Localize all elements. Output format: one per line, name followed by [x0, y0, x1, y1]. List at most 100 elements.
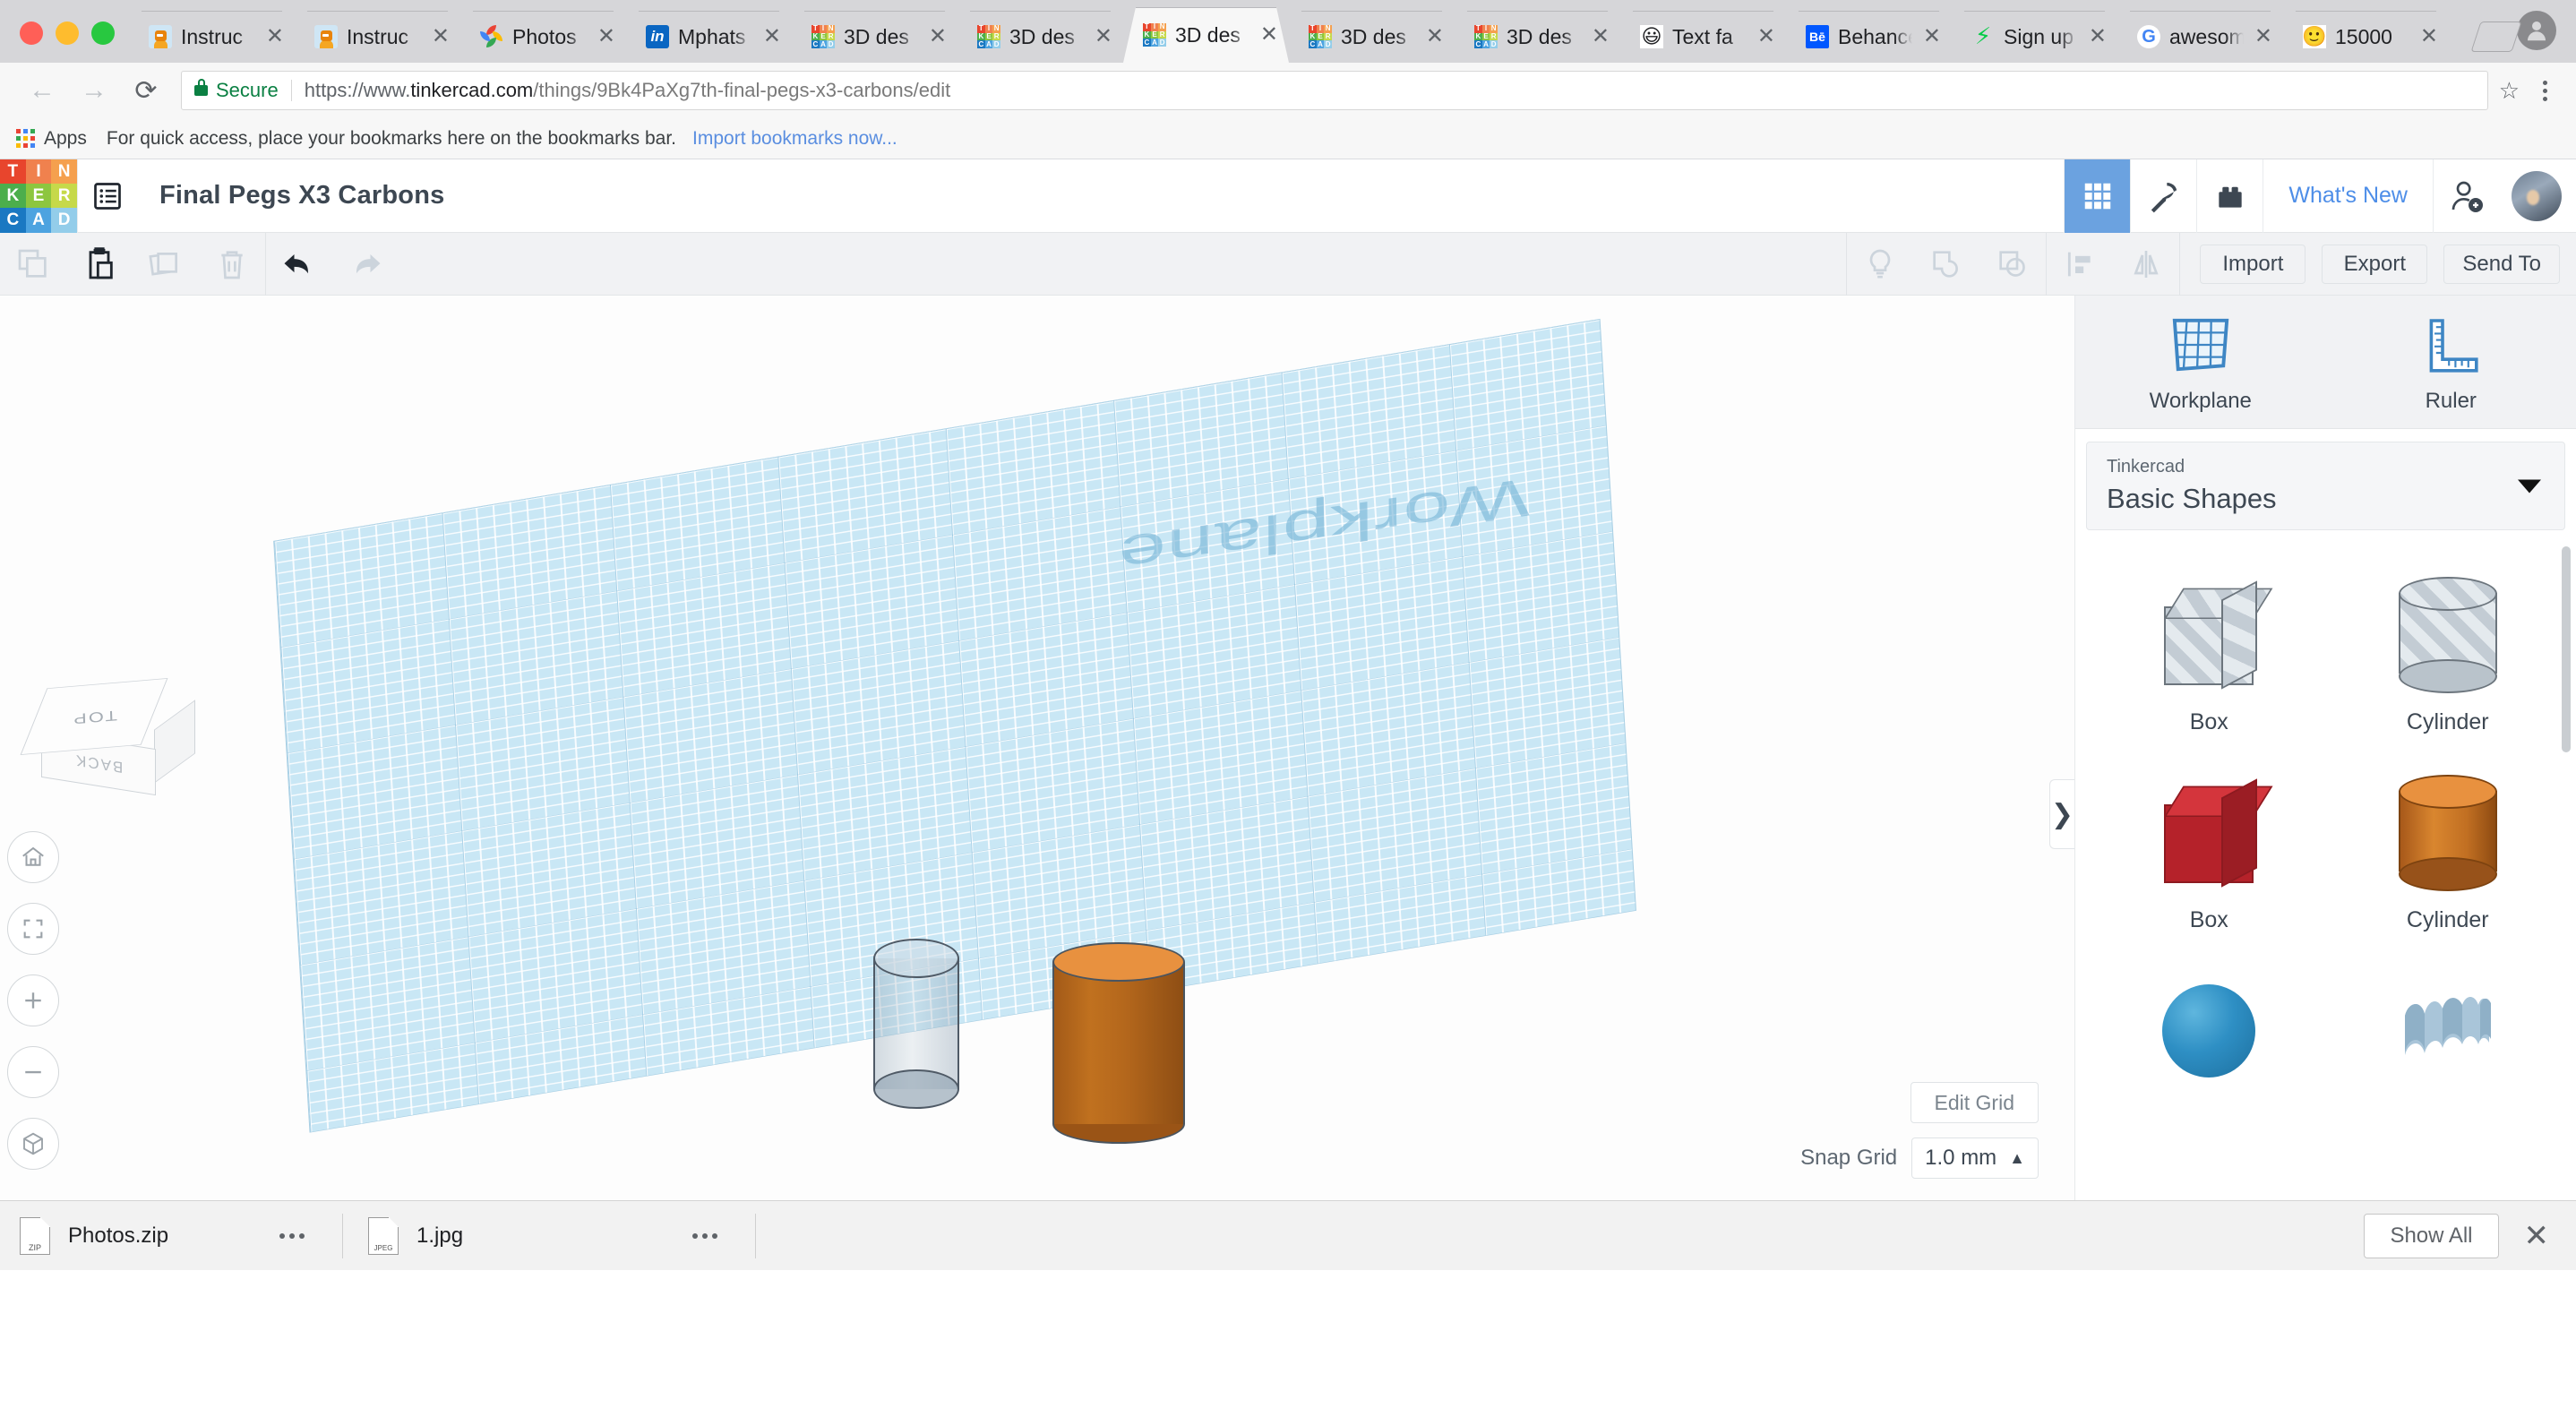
close-tab-icon[interactable]: ✕: [1258, 24, 1280, 46]
browser-tab[interactable]: Gawesom✕: [2117, 11, 2283, 63]
browser-tab[interactable]: TINKERCAD3D des✕: [1455, 11, 1620, 63]
user-avatar[interactable]: [2512, 171, 2562, 221]
shape-gallery-item[interactable]: Box: [2090, 750, 2329, 948]
mirror-icon[interactable]: [2113, 233, 2179, 296]
close-tab-icon[interactable]: ✕: [1590, 26, 1611, 47]
shape-gallery-item[interactable]: [2329, 948, 2568, 1120]
view-cube[interactable]: BACK TOP: [25, 663, 195, 806]
browser-tab[interactable]: 🙂15000✕: [2283, 11, 2449, 63]
edit-grid-button[interactable]: Edit Grid: [1911, 1082, 2039, 1123]
browser-tab[interactable]: TINKERCAD3D des✕: [957, 11, 1123, 63]
copy-icon[interactable]: [0, 233, 66, 296]
delete-icon[interactable]: [199, 233, 265, 296]
project-list-button[interactable]: [77, 159, 136, 233]
workplane-tool[interactable]: Workplane: [2075, 296, 2326, 428]
close-tab-icon[interactable]: ✕: [1921, 26, 1943, 47]
new-tab-button[interactable]: [2470, 21, 2521, 52]
browser-tab[interactable]: TINKERCAD3D des✕: [792, 11, 957, 63]
bookmark-star-icon[interactable]: ☆: [2488, 77, 2530, 105]
import-button[interactable]: Import: [2200, 245, 2306, 284]
zoom-in-icon[interactable]: [7, 974, 59, 1026]
shape-gallery-item[interactable]: Box: [2090, 552, 2329, 750]
browser-tab[interactable]: TINKERCAD3D des✕: [1289, 11, 1455, 63]
shape-gallery-item[interactable]: [2090, 948, 2329, 1120]
browser-tab[interactable]: 😃Text fa✕: [1620, 11, 1786, 63]
browser-menu-button[interactable]: [2530, 81, 2560, 101]
download-item[interactable]: JPEG 1.jpg: [343, 1201, 755, 1271]
reload-button[interactable]: ⟳: [120, 64, 172, 116]
browser-profile-avatar[interactable]: [2517, 11, 2556, 50]
url-input[interactable]: Secure https://www.tinkercad.com/things/…: [181, 71, 2488, 110]
import-bookmarks-link[interactable]: Import bookmarks now...: [692, 128, 897, 150]
blocks-grid-icon[interactable]: [2064, 159, 2130, 233]
shape-gallery-item[interactable]: Cylinder: [2329, 552, 2568, 750]
paste-icon[interactable]: [66, 233, 133, 296]
whats-new-link[interactable]: What's New: [2263, 159, 2433, 233]
ruler-tool[interactable]: Ruler: [2326, 296, 2576, 428]
apps-label[interactable]: Apps: [44, 128, 87, 150]
shape-gallery-scrollbar[interactable]: [2562, 546, 2571, 752]
panel-collapse-toggle[interactable]: ❯: [2049, 779, 2074, 849]
tinkercad-logo[interactable]: TINKERCAD: [0, 159, 77, 233]
close-tab-icon[interactable]: ✕: [927, 26, 949, 47]
browser-tab[interactable]: TINKERCAD3D des✕: [1123, 7, 1289, 63]
export-button[interactable]: Export: [2322, 245, 2427, 284]
close-tab-icon[interactable]: ✕: [1424, 26, 1446, 47]
close-tab-icon[interactable]: ✕: [430, 26, 451, 47]
browser-tab[interactable]: Photos✕: [460, 11, 626, 63]
download-item[interactable]: ZIP Photos.zip: [20, 1201, 342, 1271]
align-icon[interactable]: [2047, 233, 2113, 296]
collection-owner: Tinkercad: [2107, 457, 2545, 477]
duplicate-icon[interactable]: [133, 233, 199, 296]
shape-collection-select[interactable]: Tinkercad Basic Shapes: [2086, 442, 2565, 530]
close-tab-icon[interactable]: ✕: [2253, 26, 2274, 47]
pickaxe-icon[interactable]: [2130, 159, 2196, 233]
undo-icon[interactable]: [266, 233, 332, 296]
send-to-button[interactable]: Send To: [2443, 245, 2560, 284]
browser-tab[interactable]: inMphats✕: [626, 11, 792, 63]
redo-icon[interactable]: [332, 233, 399, 296]
show-all-downloads-button[interactable]: Show All: [2364, 1214, 2498, 1258]
hole-cylinder-art: [2367, 568, 2529, 702]
close-tab-icon[interactable]: ✕: [596, 26, 617, 47]
lightbulb-hide-icon[interactable]: [1847, 233, 1913, 296]
3d-canvas[interactable]: Workplane BACK TOP: [0, 296, 2074, 1200]
group-icon[interactable]: [1913, 233, 1979, 296]
view-cube-top-face[interactable]: TOP: [21, 678, 168, 755]
maximize-window-button[interactable]: [91, 21, 115, 45]
brick-icon[interactable]: [2196, 159, 2263, 233]
back-button[interactable]: ←: [16, 64, 68, 116]
snap-grid-select[interactable]: 1.0 mm ▲: [1911, 1138, 2039, 1179]
shape-gallery-item[interactable]: Cylinder: [2329, 750, 2568, 948]
browser-tab[interactable]: Instruc✕: [295, 11, 460, 63]
home-view-icon[interactable]: [7, 831, 59, 883]
view-cube-side-face[interactable]: [154, 700, 195, 783]
zoom-out-icon[interactable]: [7, 1046, 59, 1098]
ortho-perspective-toggle-icon[interactable]: [7, 1118, 59, 1170]
minimize-window-button[interactable]: [56, 21, 79, 45]
close-tab-icon[interactable]: ✕: [761, 26, 783, 47]
view-cube-top-label: TOP: [71, 707, 116, 726]
browser-tab[interactable]: ⚡Sign up✕: [1952, 11, 2117, 63]
forward-button[interactable]: →: [68, 64, 120, 116]
fit-to-view-icon[interactable]: [7, 903, 59, 955]
close-tab-icon[interactable]: ✕: [264, 26, 286, 47]
close-tab-icon[interactable]: ✕: [2418, 26, 2440, 47]
cylinder-solid-object[interactable]: [1052, 942, 1185, 1144]
close-tab-icon[interactable]: ✕: [2087, 26, 2108, 47]
download-menu-button[interactable]: [673, 1233, 737, 1239]
download-menu-button[interactable]: [260, 1233, 324, 1239]
ungroup-icon[interactable]: [1979, 233, 2046, 296]
apps-grid-icon[interactable]: [16, 129, 35, 148]
close-tab-icon[interactable]: ✕: [1756, 26, 1777, 47]
tinkercad-icon: TINKERCAD: [1143, 23, 1166, 47]
view-cube-front-label: BACK: [74, 751, 123, 777]
cylinder-hole-object[interactable]: [873, 939, 959, 1109]
shape-item-label: Cylinder: [2407, 709, 2489, 735]
browser-tab[interactable]: BēBehance✕: [1786, 11, 1952, 63]
close-downloads-bar-button[interactable]: ✕: [2524, 1221, 2550, 1251]
add-person-icon[interactable]: [2433, 159, 2499, 233]
close-tab-icon[interactable]: ✕: [1093, 26, 1114, 47]
close-window-button[interactable]: [20, 21, 43, 45]
browser-tab[interactable]: Instruc✕: [129, 11, 295, 63]
